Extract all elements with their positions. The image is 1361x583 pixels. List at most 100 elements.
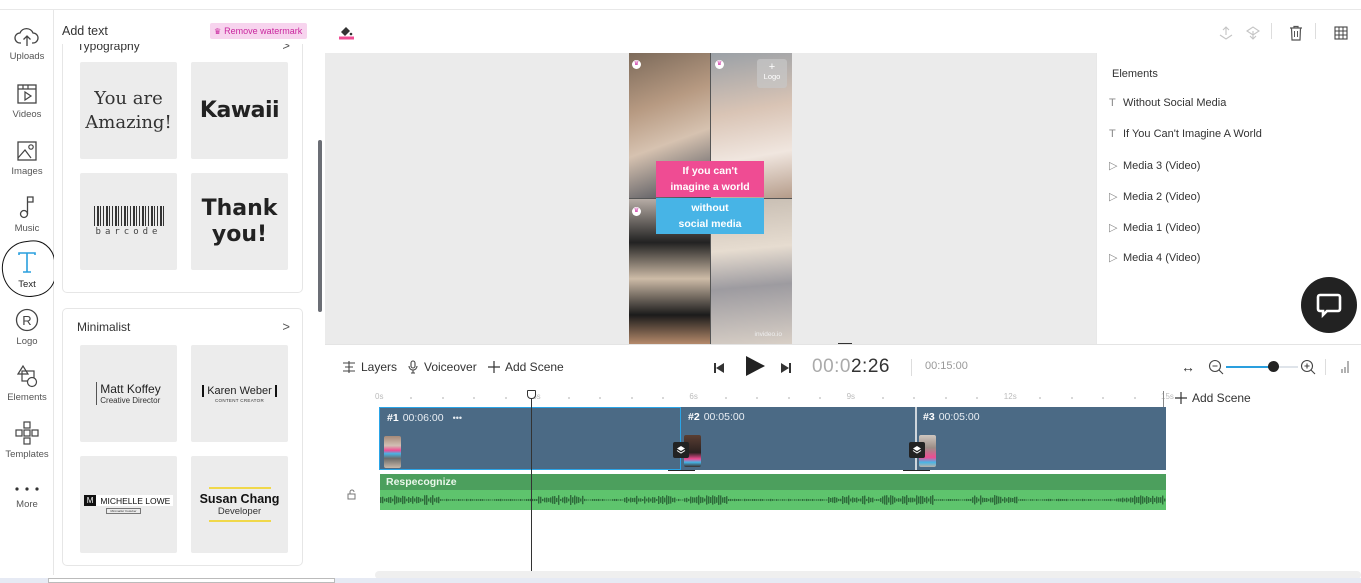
transition-handle [668, 470, 695, 471]
video-preview[interactable]: ♛ ♛ ♛ + Logo If you can't imagine a worl… [629, 53, 792, 344]
preset-you-are-amazing[interactable]: You are Amazing! [80, 62, 177, 159]
paint-bucket-icon [339, 27, 354, 40]
section-title: Minimalist [77, 320, 131, 334]
waveform-bar [650, 498, 652, 502]
waveform-bar [632, 498, 634, 502]
add-scene-end-button[interactable]: Add Scene [1175, 391, 1251, 405]
text-presets-list[interactable]: Typography > You are Amazing! Kawaii bar… [54, 44, 324, 575]
waveform-bar [422, 498, 424, 502]
rail-item-more[interactable]: More [0, 482, 54, 510]
chat-support-button[interactable] [1301, 277, 1357, 333]
waveform-bar [704, 498, 706, 502]
preset-thank-you[interactable]: Thank you! [191, 173, 288, 270]
waveform-bar [452, 499, 454, 501]
skip-back-button[interactable] [713, 361, 725, 379]
waveform-bar [518, 499, 520, 501]
bring-forward-button[interactable] [1218, 25, 1234, 46]
waveform-bar [1132, 497, 1134, 503]
waveform-bar [1072, 499, 1074, 501]
transition-button[interactable] [909, 442, 925, 458]
element-item[interactable]: ▷ Media 4 (Video) [1109, 251, 1200, 264]
element-item[interactable]: T Without Social Media [1109, 97, 1226, 109]
fit-timeline-button[interactable]: ↔ [1181, 359, 1195, 375]
delete-button[interactable] [1289, 25, 1303, 46]
grid-button[interactable] [1334, 26, 1348, 45]
add-text-panel: Add text ♛ Remove watermark Typography > … [54, 10, 324, 575]
waveform-bar [792, 499, 794, 501]
element-item[interactable]: T If You Can't Imagine A World [1109, 128, 1262, 140]
play-button[interactable] [744, 355, 766, 382]
element-item[interactable]: ▷ Media 3 (Video) [1109, 159, 1200, 172]
waveform-bar [828, 497, 830, 503]
waveform-bar [652, 497, 654, 503]
skip-forward-icon [781, 363, 791, 373]
playhead[interactable] [526, 390, 536, 571]
waveform-bar [536, 499, 538, 501]
voiceover-button[interactable]: Voiceover [407, 360, 477, 374]
rail-item-uploads[interactable]: Uploads [0, 26, 54, 62]
waveform-bar [1110, 498, 1112, 502]
send-backward-button[interactable] [1245, 25, 1261, 46]
add-scene-button[interactable]: Add Scene [488, 360, 564, 374]
fill-color-button[interactable] [338, 24, 354, 45]
preset-matt-koffey[interactable]: Matt Koffey Creative Director [80, 345, 177, 442]
waveform-bar [890, 495, 892, 505]
remove-watermark-button[interactable]: ♛ Remove watermark [210, 23, 308, 39]
waveform-bar [770, 498, 772, 502]
rail-item-templates[interactable]: Templates [0, 420, 54, 460]
waveform-bar [384, 498, 386, 502]
waveform-bar [510, 498, 512, 502]
element-item[interactable]: ▷ Media 1 (Video) [1109, 221, 1200, 234]
chevron-right-icon[interactable]: > [282, 319, 290, 334]
rail-item-music[interactable]: Music [0, 194, 54, 234]
rail-item-images[interactable]: Images [0, 139, 54, 177]
scene-3[interactable]: #3 00:05:00 [916, 407, 1166, 470]
waveform-bar [804, 499, 806, 501]
ruler-tick [913, 397, 916, 399]
waveform-toggle-button[interactable] [1340, 360, 1350, 378]
rail-item-text[interactable]: Text [0, 250, 54, 290]
transition-button[interactable] [673, 442, 689, 458]
rail-item-elements[interactable]: Elements [0, 363, 54, 403]
zoom-in-button[interactable] [1300, 359, 1316, 380]
ruler-tick [410, 397, 413, 399]
preset-michelle-lowe[interactable]: M MICHELLE LOWE Minimalist Youtuber [80, 456, 177, 553]
chevron-right-icon[interactable]: > [282, 44, 290, 53]
waveform-bar [522, 499, 524, 501]
zoom-out-button[interactable] [1208, 359, 1224, 380]
element-item[interactable]: ▷ Media 2 (Video) [1109, 190, 1200, 203]
panel-scrollbar[interactable] [318, 140, 322, 312]
waveform-bar [958, 499, 960, 501]
caption-if-you-cant[interactable]: If you can't imagine a world [656, 161, 764, 197]
skip-forward-button[interactable] [780, 361, 792, 379]
track-lock-button[interactable] [347, 487, 357, 505]
video-editor: Uploads Videos Images Music Text R Logo … [0, 0, 1361, 583]
zoom-slider-knob[interactable] [1267, 361, 1279, 372]
waveform-bar [614, 498, 616, 502]
preset-barcode[interactable]: barcode [80, 173, 177, 270]
waveform-bar [1042, 499, 1044, 501]
playhead-handle[interactable] [526, 390, 536, 399]
preset-kawaii[interactable]: Kawaii [191, 62, 288, 159]
waveform-bar [808, 499, 810, 501]
caption-without-social-media[interactable]: without social media [656, 198, 764, 234]
preset-susan-chang[interactable]: Susan Chang Developer [191, 456, 288, 553]
zoom-slider[interactable] [1226, 361, 1298, 372]
waveform-bar [1038, 499, 1040, 501]
ruler-tick [882, 397, 885, 399]
audio-track[interactable]: Respecognize [380, 474, 1166, 510]
layer-up-icon [1219, 26, 1233, 40]
rail-item-logo[interactable]: R Logo [0, 307, 54, 347]
preset-karen-weber[interactable]: Karen Weber CONTENT CREATOR [191, 345, 288, 442]
scene-more-icon[interactable]: ••• [453, 413, 462, 423]
logo-placeholder[interactable]: + Logo [757, 59, 787, 88]
rail-item-videos[interactable]: Videos [0, 82, 54, 120]
waveform-bar [1088, 499, 1090, 501]
waveform-bar [1086, 499, 1088, 501]
waveform-bar [752, 499, 754, 501]
scene-2[interactable]: #2 00:05:00 [681, 407, 916, 470]
waveform-bar [746, 499, 748, 501]
waveform-bar [446, 498, 448, 502]
waveform-bar [578, 497, 580, 503]
layers-button[interactable]: Layers [342, 360, 397, 374]
